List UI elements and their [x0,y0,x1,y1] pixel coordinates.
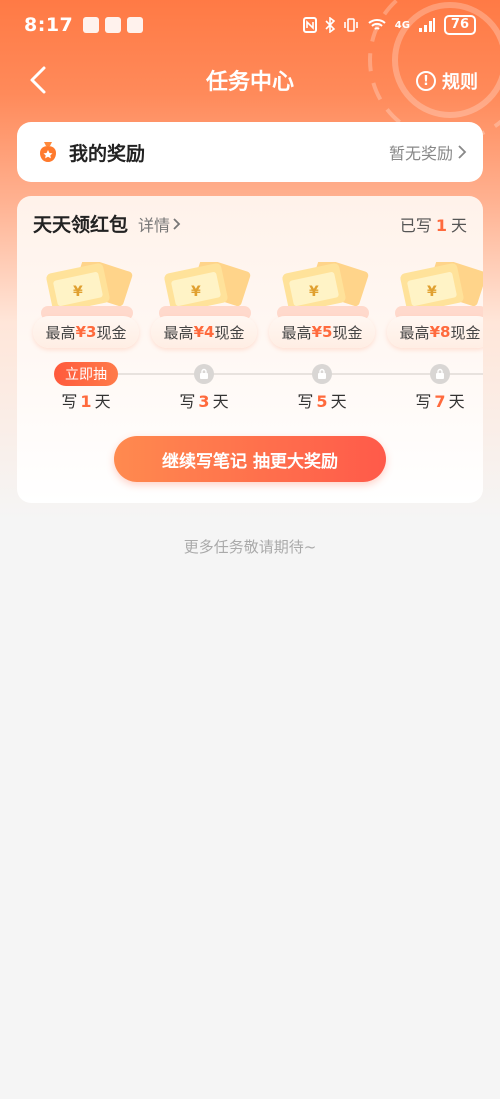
tier-prefix: 最高 [281,323,312,342]
svg-text:¥: ¥ [427,284,437,300]
bluetooth-icon [325,17,335,33]
nfc-icon [302,17,317,33]
svg-text:¥: ¥ [309,284,319,300]
tier-prefix: 最高 [45,323,76,342]
details-label: 详情 [138,215,171,235]
day-prefix: 写 [179,392,196,411]
back-arrow-icon[interactable] [24,64,54,96]
tier-day-label: 写7天 [387,388,483,412]
day-value: 7 [434,392,446,411]
tier-amount: ¥4 [193,323,215,341]
tier-prefix: 最高 [399,323,430,342]
svg-text:¥: ¥ [73,284,83,300]
tier-suffix: 现金 [214,323,245,342]
my-rewards-card[interactable]: 我的奖励 暂无奖励 [17,122,483,182]
tier-day-label: 写3天 [151,388,257,412]
written-days-counter: 已写 1 天 [400,212,467,236]
rules-label: 规则 [442,72,478,93]
day-suffix: 天 [212,392,229,411]
red-envelope-ticket-icon: ¥ [277,262,369,320]
info-icon: ! [416,71,436,91]
lock-icon [312,364,332,384]
calendar-notification-icon [83,17,100,33]
tier-reward-pill: 最高 ¥3 现金 [33,316,139,348]
day-value: 1 [80,392,92,411]
day-prefix: 写 [415,392,432,411]
tier-amount: ¥3 [75,323,97,341]
tier-amount: ¥8 [429,323,451,341]
daily-card-header: 天天领红包 详情 已写 1 天 [33,210,467,237]
reward-tier-4[interactable]: ¥ 最高 ¥8 现金 写7天 [387,256,483,416]
tier-amount: ¥5 [311,323,333,341]
day-value: 3 [198,392,210,411]
lock-icon [430,364,450,384]
vibrate-icon [343,18,358,32]
red-envelope-ticket-icon: ¥ [41,262,133,320]
daily-card-title: 天天领红包 [33,214,129,236]
lock-icon [194,364,214,384]
status-bar: 8:17 4G 76 [0,0,500,50]
day-prefix: 写 [297,392,314,411]
tier-day-label: 写5天 [269,388,375,412]
tier-suffix: 现金 [450,323,481,342]
tier-suffix: 现金 [96,323,127,342]
network-label: 4G [394,19,410,31]
more-tasks-hint: 更多任务敬请期待~ [183,538,317,556]
battery-indicator: 76 [443,15,476,35]
reward-tier-2[interactable]: ¥ 最高 ¥4 现金 写3天 [151,256,257,416]
wifi-icon [368,19,386,30]
svg-text:¥: ¥ [191,284,201,300]
photo-notification-icon [127,17,144,33]
daily-red-envelope-card: 天天领红包 详情 已写 1 天 ¥ 最高 ¥3 现金 立即抽 写1天 ¥ 最高 … [17,196,483,503]
day-suffix: 天 [448,392,465,411]
red-envelope-ticket-icon: ¥ [395,262,483,320]
nav-bar: 任务中心 ! 规则 [0,54,500,106]
continue-writing-button[interactable]: 继续写笔记 抽更大奖励 [114,436,386,482]
tier-day-label: 写1天 [33,388,139,412]
details-link[interactable]: 详情 [138,212,182,236]
day-prefix: 写 [61,392,78,411]
day-value: 5 [316,392,328,411]
reward-tier-1[interactable]: ¥ 最高 ¥3 现金 立即抽 写1天 [33,256,139,416]
red-envelope-ticket-icon: ¥ [159,262,251,320]
reward-tier-3[interactable]: ¥ 最高 ¥5 现金 写5天 [269,256,375,416]
chevron-right-icon [173,217,181,230]
chevron-right-icon [458,145,467,159]
reward-tiers: ¥ 最高 ¥3 现金 立即抽 写1天 ¥ 最高 ¥4 现金 写 3 天 ¥ 最高… [17,256,483,416]
status-time: 8:17 [24,14,74,36]
tier-prefix: 最高 [163,323,194,342]
written-days-value: 1 [435,215,447,235]
draw-now-button[interactable]: 立即抽 [54,362,118,386]
day-suffix: 天 [330,392,347,411]
day-suffix: 天 [94,392,111,411]
tier-reward-pill: 最高 ¥4 现金 [151,316,257,348]
status-right-icons: 4G 76 [302,15,476,35]
reward-status-text: 暂无奖励 [388,144,453,163]
app-notification-icon [105,17,122,33]
written-prefix: 已写 [399,215,432,235]
rules-button[interactable]: ! 规则 [416,68,478,94]
tier-reward-pill: 最高 ¥8 现金 [387,316,483,348]
written-suffix: 天 [450,215,467,235]
tier-suffix: 现金 [332,323,363,342]
reward-status-link[interactable]: 暂无奖励 [389,140,467,164]
signal-icon [418,18,435,32]
tier-reward-pill: 最高 ¥5 现金 [269,316,375,348]
money-bag-icon [40,142,56,162]
my-rewards-title: 我的奖励 [69,142,146,165]
status-notification-icons [83,17,144,33]
